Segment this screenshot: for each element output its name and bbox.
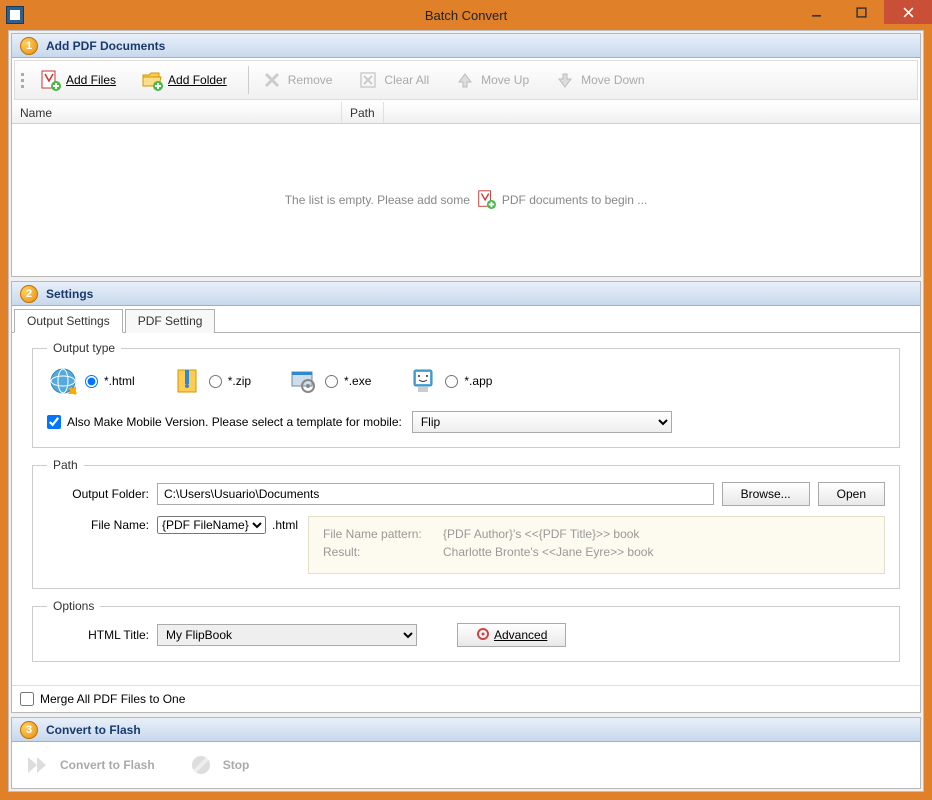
merge-checkbox[interactable]: Merge All PDF Files to One (16, 690, 189, 708)
remove-button[interactable]: Remove (253, 63, 346, 97)
badge-2: 2 (20, 285, 38, 303)
output-folder-row: Output Folder: Browse... Open (47, 482, 885, 506)
section-title-3: Convert to Flash (46, 723, 141, 737)
tab-pdf-setting[interactable]: PDF Setting (125, 309, 216, 333)
clear-icon (356, 68, 380, 92)
move-up-label: Move Up (481, 73, 529, 87)
toolbar-gripper (19, 61, 25, 99)
pdf-add-icon (476, 189, 496, 212)
play-forward-icon (24, 751, 52, 779)
radio-exe[interactable]: *.exe (325, 374, 371, 388)
section-header-1: 1 Add PDF Documents (12, 34, 920, 58)
html-title-select[interactable]: My FlipBook (157, 624, 417, 646)
window-title: Batch Convert (0, 8, 932, 23)
remove-label: Remove (288, 73, 333, 87)
col-name[interactable]: Name (12, 102, 342, 123)
pdf-add-icon (38, 68, 62, 92)
empty-post: PDF documents to begin ... (502, 193, 647, 207)
move-up-button[interactable]: Move Up (446, 63, 542, 97)
legend-output-type: Output type (47, 341, 121, 355)
zip-icon (171, 365, 203, 397)
html-title-label: HTML Title: (47, 628, 157, 642)
titlebar-buttons (794, 0, 932, 30)
folder-add-icon (140, 68, 164, 92)
convert-toolbar: Convert to Flash Stop (12, 742, 920, 788)
clear-all-label: Clear All (384, 73, 429, 87)
section-title-2: Settings (46, 287, 93, 301)
output-folder-label: Output Folder: (47, 487, 157, 501)
section-add-pdf: 1 Add PDF Documents Add Files Add Folder… (11, 33, 921, 277)
mobile-template-select[interactable]: Flip (412, 411, 672, 433)
browse-button[interactable]: Browse... (722, 482, 810, 506)
client-area: 1 Add PDF Documents Add Files Add Folder… (8, 30, 924, 792)
section-title-1: Add PDF Documents (46, 39, 165, 53)
section-header-2: 2 Settings (12, 282, 920, 306)
advanced-button[interactable]: Advanced (457, 623, 566, 647)
add-folder-label: Add Folder (168, 73, 227, 87)
legend-path: Path (47, 458, 84, 472)
open-button[interactable]: Open (818, 482, 885, 506)
add-folder-button[interactable]: Add Folder (133, 63, 240, 97)
list-body: The list is empty. Please add some PDF d… (12, 124, 920, 276)
tabs: Output Settings PDF Setting (12, 308, 920, 333)
clear-all-button[interactable]: Clear All (349, 63, 442, 97)
output-type-row: *.html *.zip *.exe *.app (47, 365, 885, 397)
stop-icon (187, 751, 215, 779)
mobile-checkbox[interactable]: Also Make Mobile Version. Please select … (47, 415, 402, 429)
fieldset-options: Options HTML Title: My FlipBook Advanced (32, 599, 900, 662)
move-down-label: Move Down (581, 73, 644, 87)
globe-icon (47, 365, 79, 397)
col-path[interactable]: Path (342, 102, 384, 123)
radio-app[interactable]: *.app (445, 374, 492, 388)
badge-1: 1 (20, 37, 38, 55)
arrow-up-icon (453, 68, 477, 92)
fieldset-path: Path Output Folder: Browse... Open File … (32, 458, 900, 589)
tab-content: Output type *.html *.zip *.exe (12, 333, 920, 685)
section-settings: 2 Settings Output Settings PDF Setting O… (11, 281, 921, 713)
fieldset-output-type: Output type *.html *.zip *.exe (32, 341, 900, 448)
move-down-button[interactable]: Move Down (546, 63, 657, 97)
radio-html[interactable]: *.html (85, 374, 135, 388)
badge-3: 3 (20, 721, 38, 739)
toolbar-separator (248, 66, 249, 94)
legend-options: Options (47, 599, 100, 613)
section-header-3: 3 Convert to Flash (12, 718, 920, 742)
file-name-row: File Name: {PDF FileName} .html File Nam… (47, 516, 885, 574)
section-convert: 3 Convert to Flash Convert to Flash Stop (11, 717, 921, 789)
maximize-button[interactable] (839, 0, 884, 24)
output-folder-input[interactable] (157, 483, 714, 505)
merge-row: Merge All PDF Files to One (12, 685, 920, 712)
filename-hint: File Name pattern:{PDF Author}'s <<{PDF … (308, 516, 885, 574)
options-row: HTML Title: My FlipBook Advanced (47, 623, 885, 647)
close-button[interactable] (884, 0, 932, 24)
gear-icon (476, 627, 490, 644)
empty-message: The list is empty. Please add some PDF d… (285, 189, 648, 212)
radio-zip[interactable]: *.zip (209, 374, 251, 388)
file-ext: .html (272, 518, 298, 532)
list-header: Name Path (12, 102, 920, 124)
convert-button[interactable]: Convert to Flash (24, 751, 155, 779)
tab-output-settings[interactable]: Output Settings (14, 309, 123, 333)
exe-icon (287, 365, 319, 397)
add-files-label: Add Files (66, 73, 116, 87)
file-name-select[interactable]: {PDF FileName} (157, 516, 266, 534)
window: Batch Convert 1 Add PDF Documents Add Fi… (0, 0, 932, 800)
remove-icon (260, 68, 284, 92)
add-files-button[interactable]: Add Files (31, 63, 129, 97)
minimize-button[interactable] (794, 0, 839, 24)
file-name-label: File Name: (47, 518, 157, 532)
arrow-down-icon (553, 68, 577, 92)
titlebar: Batch Convert (0, 0, 932, 30)
stop-button[interactable]: Stop (187, 751, 250, 779)
empty-pre: The list is empty. Please add some (285, 193, 470, 207)
mobile-row: Also Make Mobile Version. Please select … (47, 411, 885, 433)
mac-icon (407, 365, 439, 397)
toolbar-add: Add Files Add Folder Remove Clear All (14, 60, 918, 100)
